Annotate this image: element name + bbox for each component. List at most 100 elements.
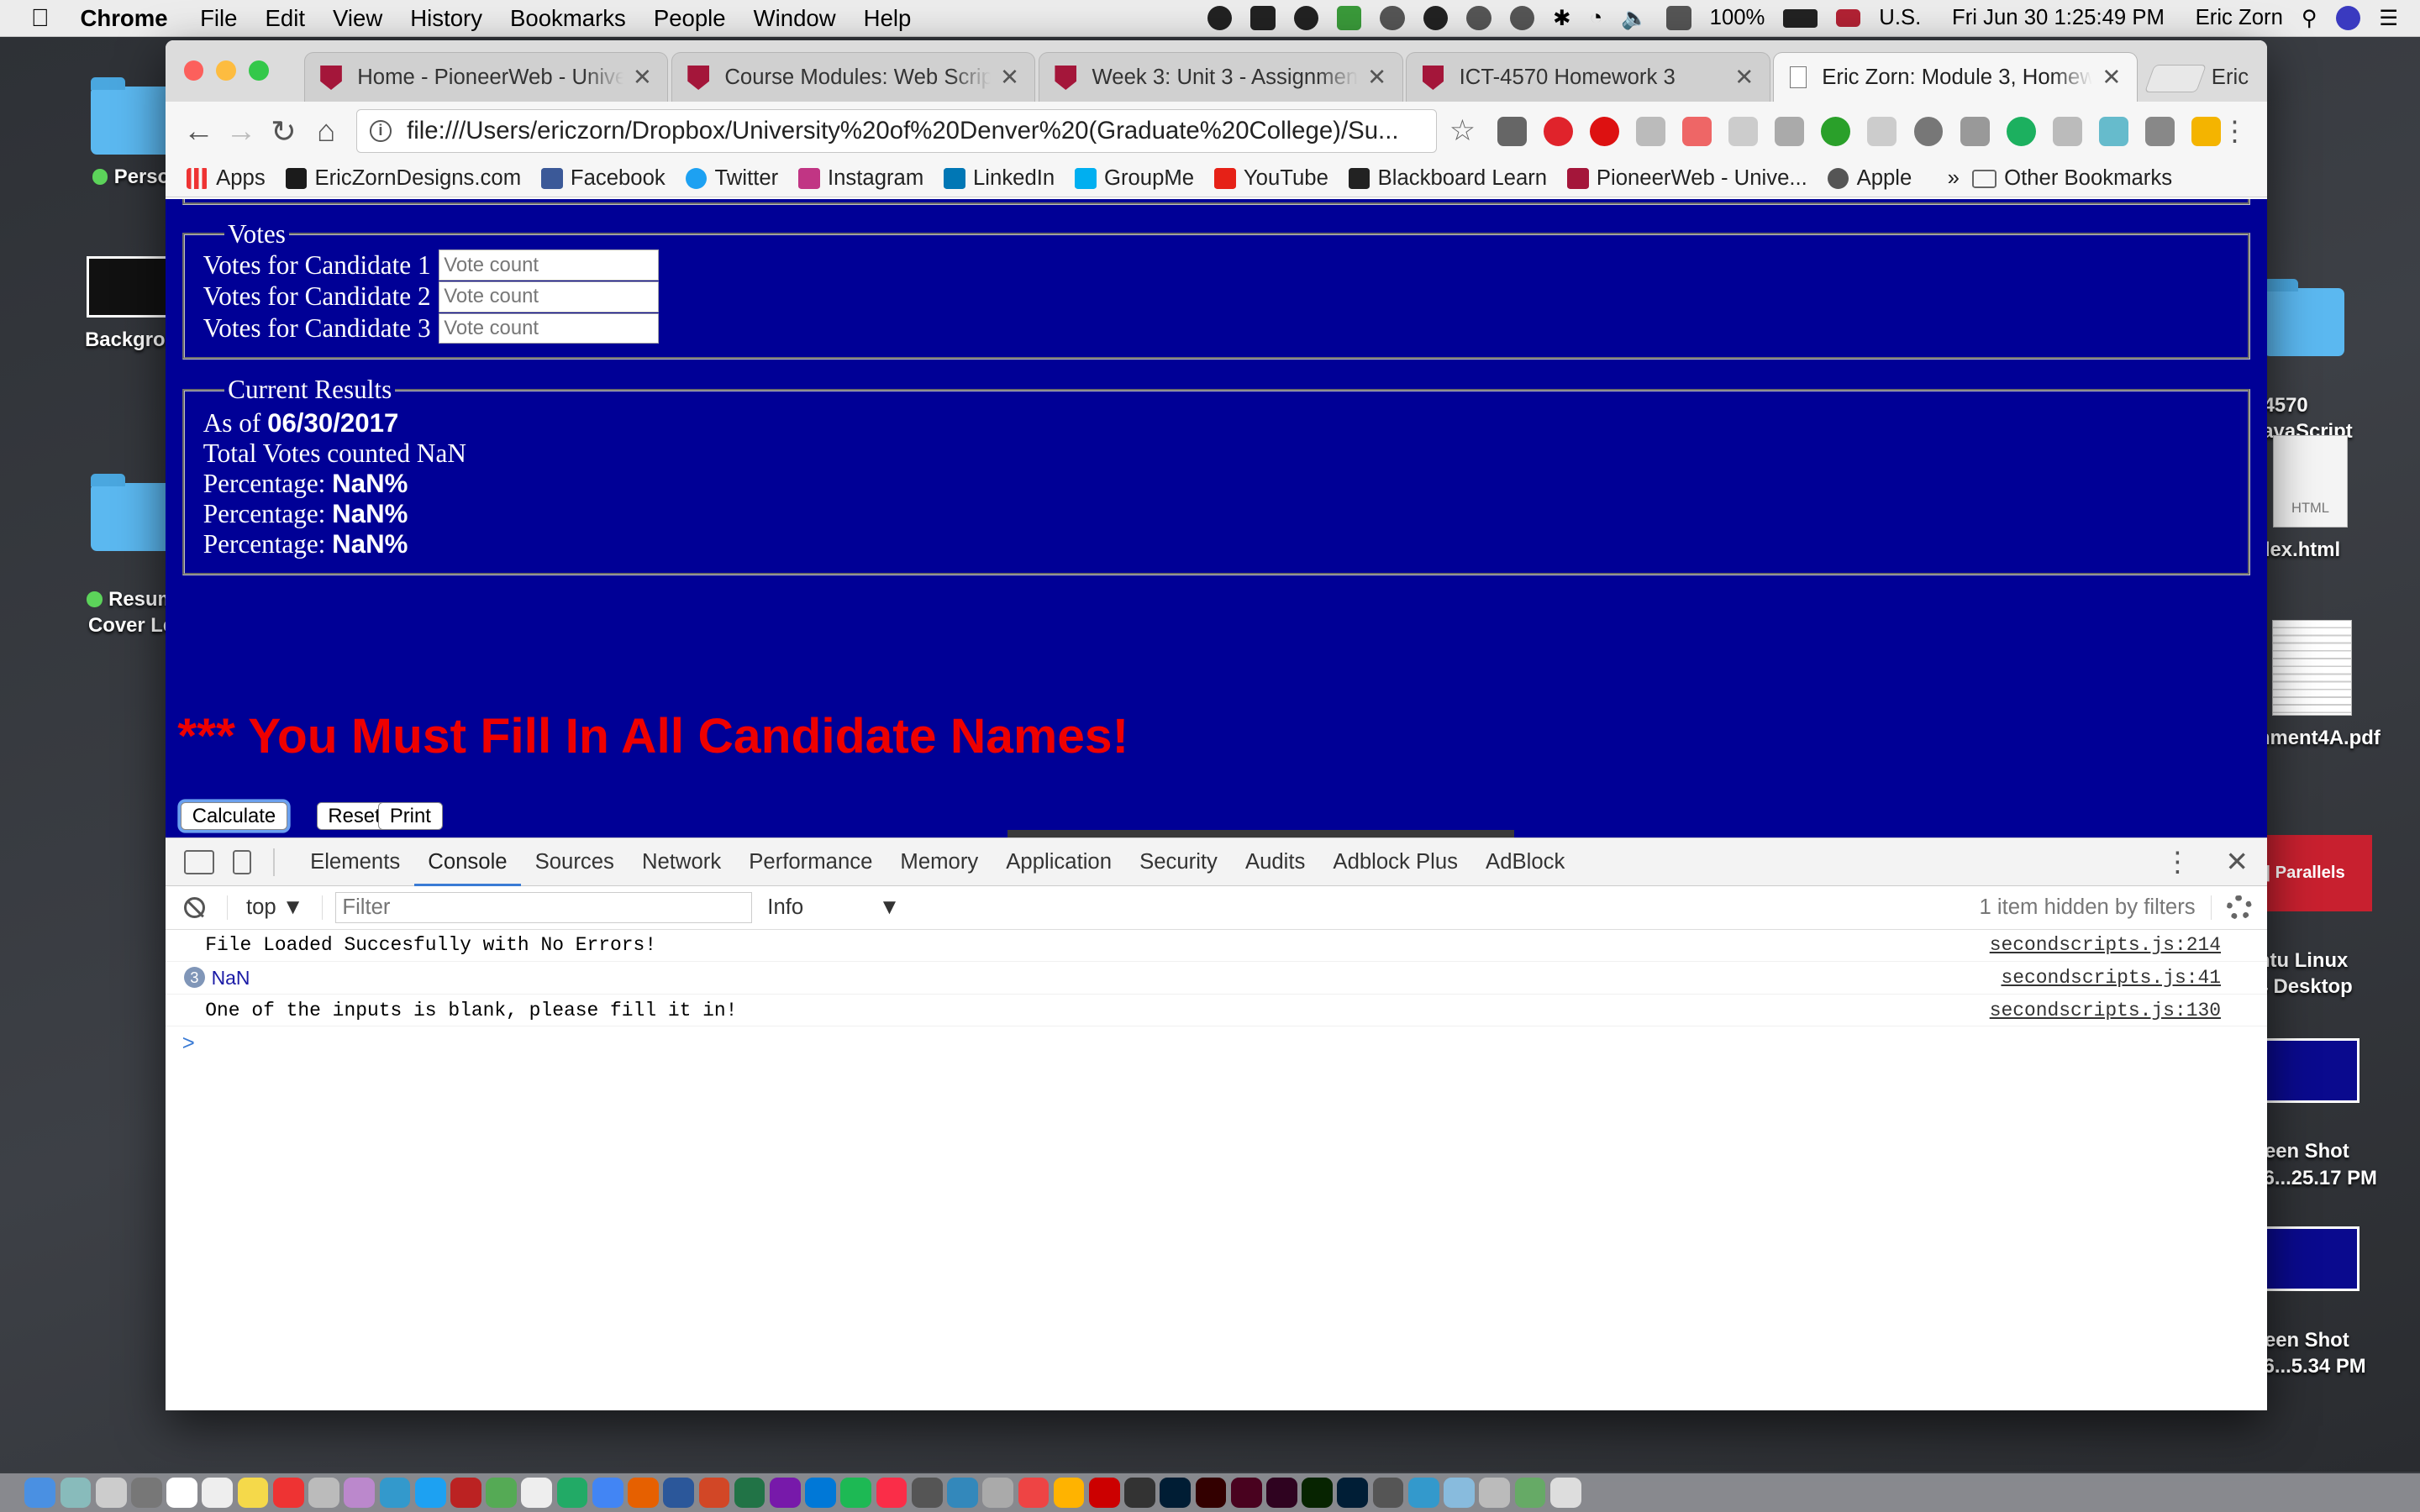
- chrome-dock-icon[interactable]: [592, 1477, 623, 1509]
- tab-pioneerweb[interactable]: Home - PioneerWeb - University ✕: [303, 52, 669, 102]
- menu-people[interactable]: People: [639, 5, 739, 32]
- app-icon[interactable]: [414, 1477, 446, 1509]
- zoom-window-button[interactable]: [248, 60, 269, 81]
- grammarly-icon[interactable]: [2006, 116, 2036, 146]
- app-icon[interactable]: [272, 1477, 304, 1509]
- inspect-element-icon[interactable]: [183, 849, 215, 874]
- log-level-select[interactable]: Info ▼: [767, 895, 900, 920]
- bookmark-twitter[interactable]: Twitter: [685, 166, 778, 191]
- filezilla-icon[interactable]: [1088, 1477, 1120, 1509]
- console-prompt[interactable]: >: [166, 1026, 2268, 1060]
- battery-icon[interactable]: [1783, 8, 1818, 28]
- close-window-button[interactable]: [183, 60, 204, 81]
- clear-console-icon[interactable]: [183, 896, 206, 919]
- menu-window[interactable]: Window: [739, 5, 850, 32]
- app-icon[interactable]: [1372, 1477, 1404, 1509]
- wifi-icon[interactable]: ◔: [1590, 6, 1603, 30]
- tab-audits[interactable]: Audits: [1231, 838, 1318, 886]
- battery-percent[interactable]: 100%: [1710, 6, 1765, 30]
- bookmark-apple[interactable]: Apple: [1827, 166, 1912, 191]
- extension-s-icon[interactable]: [1728, 116, 1759, 146]
- bookmark-apps[interactable]: Apps: [187, 166, 266, 191]
- app-icon[interactable]: [1444, 1477, 1475, 1509]
- desktop-item[interactable]: HTML ndex.html: [2245, 434, 2400, 563]
- menu-help[interactable]: Help: [850, 5, 925, 32]
- bookmark-linkedin[interactable]: LinkedIn: [944, 166, 1055, 191]
- bluetooth-icon[interactable]: ✱: [1553, 6, 1571, 31]
- bookmark-blackboard[interactable]: Blackboard Learn: [1348, 166, 1547, 191]
- devtools-menu-icon[interactable]: ⋮: [2164, 845, 2191, 879]
- app-icon[interactable]: [486, 1477, 517, 1509]
- clock[interactable]: Fri Jun 30 1:25:49 PM: [1952, 6, 2165, 30]
- candidate2-votes-input[interactable]: [438, 281, 660, 312]
- device-toolbar-icon[interactable]: [233, 849, 252, 874]
- onenote-icon[interactable]: [769, 1477, 801, 1509]
- app-icon[interactable]: [982, 1477, 1013, 1509]
- dreamweaver-icon[interactable]: [1302, 1477, 1333, 1509]
- opera-icon[interactable]: [1543, 116, 1573, 146]
- minimize-window-button[interactable]: [216, 60, 236, 81]
- tab-security[interactable]: Security: [1126, 838, 1232, 886]
- bookmark-facebook[interactable]: Facebook: [541, 166, 666, 191]
- creative-cloud-icon[interactable]: [1207, 5, 1233, 31]
- app-icon[interactable]: [1053, 1477, 1085, 1509]
- app-icon[interactable]: [379, 1477, 411, 1509]
- excel-icon[interactable]: [734, 1477, 765, 1509]
- app-icon[interactable]: [1407, 1477, 1439, 1509]
- tab-network[interactable]: Network: [628, 838, 734, 886]
- console-source-link[interactable]: secondscripts.js:130: [1990, 1000, 2221, 1021]
- illustrator-icon[interactable]: [1195, 1477, 1227, 1509]
- outlook-icon[interactable]: [805, 1477, 836, 1509]
- profile-button[interactable]: Eric: [2212, 66, 2249, 90]
- check-icon[interactable]: [1821, 116, 1851, 146]
- menu-history[interactable]: History: [397, 5, 497, 32]
- tab-adblock-plus[interactable]: Adblock Plus: [1319, 838, 1472, 886]
- tab-course-modules[interactable]: Course Modules: Web Scripting ✕: [671, 52, 1036, 102]
- tab-console[interactable]: Console: [413, 838, 522, 886]
- bookmark-star-icon[interactable]: ☆: [1449, 114, 1476, 148]
- extension-m-icon[interactable]: [1775, 116, 1805, 146]
- extension-r-icon[interactable]: [2052, 116, 2082, 146]
- app-icon[interactable]: [947, 1477, 978, 1509]
- notes-icon[interactable]: [237, 1477, 269, 1509]
- cloud-icon[interactable]: [1293, 5, 1319, 31]
- bookmark-pioneerweb[interactable]: PioneerWeb - Unive...: [1566, 166, 1807, 191]
- new-tab-button[interactable]: [2144, 65, 2207, 93]
- trash-icon[interactable]: [1549, 1477, 1581, 1509]
- tab-adblock[interactable]: AdBlock: [1472, 838, 1579, 886]
- home-icon[interactable]: ⌂: [305, 113, 348, 149]
- menu-view[interactable]: View: [319, 5, 397, 32]
- app-icon[interactable]: [521, 1477, 553, 1509]
- app-icon[interactable]: [911, 1477, 943, 1509]
- drive-icon[interactable]: [1466, 5, 1491, 31]
- menu-app-name[interactable]: Chrome: [65, 5, 186, 32]
- tab-memory[interactable]: Memory: [886, 838, 992, 886]
- more-bookmarks-icon[interactable]: »: [1948, 166, 1960, 191]
- address-text[interactable]: file:///Users/ericzorn/Dropbox/Universit…: [407, 117, 1423, 145]
- launchpad-icon[interactable]: [95, 1477, 127, 1509]
- app-icon[interactable]: [450, 1477, 481, 1509]
- extension-yellow-icon[interactable]: [2191, 116, 2221, 146]
- notification-center-icon[interactable]: ☰: [2379, 6, 2398, 31]
- forward-icon[interactable]: →: [220, 113, 263, 149]
- dropbox-icon[interactable]: [1635, 116, 1665, 146]
- tab-week3[interactable]: Week 3: Unit 3 - Assignment ✕: [1039, 52, 1403, 102]
- chrome-menu-icon[interactable]: ⋮: [2221, 114, 2254, 148]
- desktop-item[interactable]: creen Shot -06...5.34 PM: [2245, 1200, 2400, 1379]
- finder-icon[interactable]: [24, 1477, 56, 1509]
- tab-homework3[interactable]: ICT-4570 Homework 3 ✕: [1406, 52, 1770, 102]
- reload-icon[interactable]: ↻: [262, 113, 305, 150]
- app-icon[interactable]: [1514, 1477, 1546, 1509]
- app-icon[interactable]: [1124, 1477, 1155, 1509]
- close-tab-icon[interactable]: ✕: [1000, 64, 1019, 91]
- siri-icon[interactable]: [2335, 5, 2361, 31]
- app-icon[interactable]: [1479, 1477, 1511, 1509]
- extension-blue-icon[interactable]: [2098, 116, 2128, 146]
- app-icon[interactable]: [344, 1477, 376, 1509]
- calendar-icon[interactable]: [202, 1477, 234, 1509]
- input-source[interactable]: U.S.: [1879, 6, 1921, 30]
- menu-edit[interactable]: Edit: [251, 5, 319, 32]
- inbox-icon[interactable]: [1250, 5, 1276, 31]
- desktop-item[interactable]: gnment4A.pdf: [2245, 620, 2400, 751]
- desktop-item[interactable]: creen Shot -06...25.17 PM: [2245, 1012, 2400, 1191]
